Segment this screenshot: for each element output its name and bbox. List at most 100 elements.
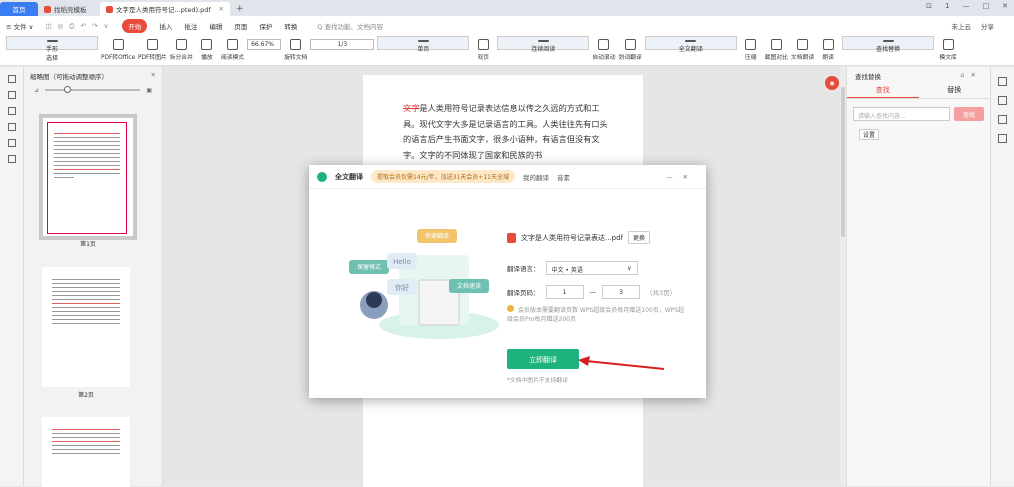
find-input[interactable]: 请输入查找内容... — [853, 107, 950, 121]
comment-icon[interactable] — [7, 107, 16, 115]
thumbnail-icon[interactable] — [7, 91, 16, 99]
template-icon — [44, 5, 51, 13]
autoscroll-button[interactable]: 自动滚动 — [592, 36, 616, 66]
hand-tool[interactable]: 手形 选择 — [6, 36, 98, 62]
compare-button[interactable]: 截图对比 — [765, 36, 788, 66]
settings-button[interactable]: 设置 — [859, 129, 879, 140]
promo-banner[interactable]: 提取会员仅需14元/年，加送31天会员+11天全域 — [371, 170, 515, 183]
change-file-button[interactable]: 更换 — [628, 231, 651, 244]
pdf-icon — [106, 5, 113, 13]
continuous-icon — [537, 40, 549, 42]
minimize-button[interactable]: — — [963, 2, 970, 10]
file-menu[interactable]: ≡ 文件 ∨ — [6, 21, 33, 31]
pdf-to-office-button[interactable]: PDF转Office — [101, 36, 135, 66]
new-tab-button[interactable]: + — [230, 2, 250, 16]
single-page-icon — [417, 40, 429, 42]
zoom-select[interactable]: 66.67% — [247, 39, 282, 50]
file-name: 文字是人类用符号记录表达...pdf — [521, 233, 624, 242]
split-icon — [175, 39, 187, 50]
menu-edit[interactable]: 编辑 — [209, 21, 222, 31]
select-label: 选择 — [45, 55, 58, 62]
my-translations-link[interactable]: 我的翻译 — [523, 172, 549, 182]
pdf-to-image-button[interactable]: PDF转图片 — [138, 36, 167, 66]
tab-find[interactable]: 查找 — [847, 81, 919, 98]
range-dash: — — [589, 288, 597, 296]
menu-convert[interactable]: 转换 — [284, 21, 297, 31]
close-window-button[interactable]: ✕ — [1002, 2, 1008, 10]
user-avatar[interactable]: 音素 — [557, 172, 570, 182]
tab-document[interactable]: 文字是人类用符号记...pted).pdf ✕ — [100, 2, 230, 16]
right-rail — [990, 67, 1014, 486]
share-button[interactable]: 分享 — [981, 21, 994, 31]
page-input[interactable]: 1/3 — [310, 39, 375, 50]
layers-icon[interactable] — [7, 155, 16, 163]
maximize-button[interactable]: □ — [983, 2, 990, 10]
split-merge-button[interactable]: 拆分合并 — [170, 36, 193, 66]
thumbnail-size-slider[interactable]: ⊿ ▣ — [24, 83, 162, 97]
continuous-button[interactable]: 连续阅读 — [497, 36, 590, 53]
translate-logo-icon — [317, 171, 327, 182]
scroll-thumb[interactable] — [841, 87, 845, 237]
double-page-button[interactable]: 双页 — [472, 36, 494, 66]
language-row: 翻译语言： 中文 • 英语 ∨ — [507, 261, 638, 275]
menu-page[interactable]: 页面 — [234, 21, 247, 31]
read-aloud-button[interactable]: 朗读 — [817, 36, 839, 66]
compress-button[interactable]: 压缩 — [740, 36, 762, 66]
menu-start[interactable]: 开始 — [122, 19, 148, 33]
translate-now-button[interactable]: 立即翻译 — [507, 349, 579, 369]
unsynced-button[interactable]: 未上云 — [952, 21, 972, 31]
word-translate-button[interactable]: 划词翻译 — [619, 36, 642, 66]
ocr-button[interactable]: 文档朗读 — [791, 36, 814, 66]
left-rail — [0, 67, 24, 486]
menu-protect[interactable]: 保护 — [259, 21, 272, 31]
full-translate-button[interactable]: 全文翻译 — [644, 36, 737, 53]
tab-replace[interactable]: 替换 — [919, 81, 991, 98]
thumbnail-page-3[interactable] — [42, 417, 130, 487]
bookmark-icon[interactable] — [7, 75, 16, 83]
search-input[interactable]: Q 查找功能、文档内容 — [317, 21, 383, 31]
find-button[interactable]: 查找 — [954, 107, 984, 121]
close-icon[interactable]: ✕ — [151, 71, 156, 79]
dialog-controls[interactable]: —✕ — [666, 173, 698, 181]
close-icon[interactable]: ✕ — [219, 5, 224, 13]
export-icon[interactable] — [998, 134, 1007, 143]
bubble-speedread: 文档速读 — [457, 282, 481, 290]
info-icon — [507, 305, 514, 312]
language-value: 中文 • 英语 — [551, 267, 583, 274]
adjust-icon[interactable] — [998, 115, 1007, 124]
zoom-out-icon: ⊿ — [34, 86, 40, 94]
read-mode-button[interactable]: 阅读模式 — [221, 36, 244, 66]
library-button[interactable]: 模文库 — [937, 36, 959, 66]
slider-knob[interactable] — [64, 86, 72, 93]
range-to-input[interactable]: 3 — [602, 285, 640, 299]
pdf2office-label: PDF转Office — [101, 55, 136, 61]
single-page-button[interactable]: 单页 — [377, 36, 470, 53]
thumbnail-image — [47, 122, 127, 234]
quick-access[interactable]: ◫ ◎ ⎙ ↶ ↷ ∨ — [45, 22, 110, 31]
thumbnail-page-2[interactable]: 第2页 — [42, 267, 130, 399]
translate-icon[interactable] — [998, 96, 1007, 105]
layout-icon[interactable]: ⊡ — [926, 2, 932, 10]
play-button[interactable]: 播放 — [196, 36, 218, 66]
rotate-button[interactable]: 旋转文档 — [284, 36, 307, 66]
panel-controls[interactable]: ⌂✕ — [960, 71, 982, 79]
menu-annotate[interactable]: 批注 — [184, 21, 197, 31]
tab-home[interactable]: 首页 — [0, 2, 38, 16]
window-controls: ⊡ 1 — □ ✕ — [926, 2, 1008, 10]
member-badge[interactable]: ◉ — [825, 76, 839, 90]
find-replace-button[interactable]: 查找替换 — [842, 36, 935, 53]
search-icon — [882, 40, 894, 42]
signature-icon[interactable] — [7, 139, 16, 147]
slider-track[interactable] — [45, 86, 141, 93]
thumbnail-page-1[interactable]: 第1页 — [39, 114, 137, 248]
attachment-icon[interactable] — [7, 123, 16, 131]
range-from-input[interactable]: 1 — [545, 285, 584, 299]
search-icon[interactable] — [998, 77, 1007, 86]
language-select[interactable]: 中文 • 英语 ∨ — [545, 261, 638, 275]
tab-templates[interactable]: 找稻壳模板 — [38, 2, 100, 16]
thumbnail-label: 第1页 — [80, 241, 96, 248]
menu-insert[interactable]: 插入 — [159, 21, 172, 31]
autoscroll-label: 自动滚动 — [592, 55, 616, 61]
rotate-icon — [290, 39, 302, 50]
document-text: 文字是人类用符号记录表达信息以传之久远的方式和工具。现代文字大多是记录语言的工具… — [363, 75, 643, 163]
